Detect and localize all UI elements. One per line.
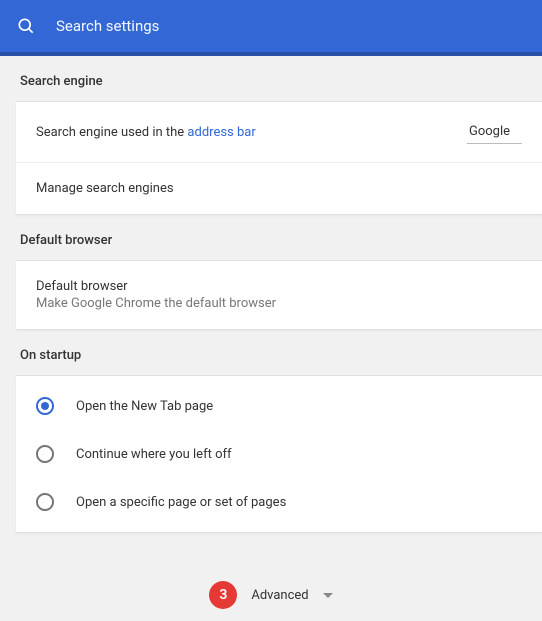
radio-label: Continue where you left off (76, 447, 232, 462)
radio-label: Open the New Tab page (76, 399, 213, 414)
address-bar-link[interactable]: address bar (187, 125, 255, 140)
default-browser-label: Default browser (36, 279, 522, 294)
manage-search-engines-row[interactable]: Manage search engines (16, 162, 542, 214)
default-browser-row[interactable]: Default browser Make Google Chrome the d… (16, 261, 542, 329)
search-engine-card: Search engine used in the address bar Go… (16, 101, 542, 215)
search-engine-prefix: Search engine used in the (36, 125, 187, 140)
radio-label: Open a specific page or set of pages (76, 495, 286, 510)
on-startup-card: Open the New Tab page Continue where you… (16, 375, 542, 533)
default-browser-subtext: Make Google Chrome the default browser (36, 296, 522, 311)
default-browser-card: Default browser Make Google Chrome the d… (16, 260, 542, 330)
search-engine-select[interactable]: Google (467, 120, 522, 144)
search-icon (16, 16, 36, 36)
manage-search-engines-label: Manage search engines (36, 181, 174, 196)
search-placeholder: Search settings (56, 17, 159, 35)
startup-option-continue[interactable]: Continue where you left off (16, 430, 542, 478)
settings-search-header[interactable]: Search settings (0, 0, 542, 56)
search-engine-row[interactable]: Search engine used in the address bar Go… (16, 102, 542, 162)
chevron-down-icon (323, 593, 333, 598)
search-engine-label: Search engine used in the address bar (36, 125, 256, 140)
advanced-label: Advanced (251, 588, 308, 603)
section-title-default-browser: Default browser (0, 215, 542, 260)
step-badge: 3 (209, 581, 237, 609)
radio-icon (36, 493, 54, 511)
radio-icon (36, 397, 54, 415)
startup-option-new-tab[interactable]: Open the New Tab page (16, 382, 542, 430)
advanced-toggle[interactable]: 3 Advanced (0, 581, 542, 609)
startup-option-specific[interactable]: Open a specific page or set of pages (16, 478, 542, 526)
section-title-on-startup: On startup (0, 330, 542, 375)
radio-icon (36, 445, 54, 463)
section-title-search-engine: Search engine (0, 56, 542, 101)
